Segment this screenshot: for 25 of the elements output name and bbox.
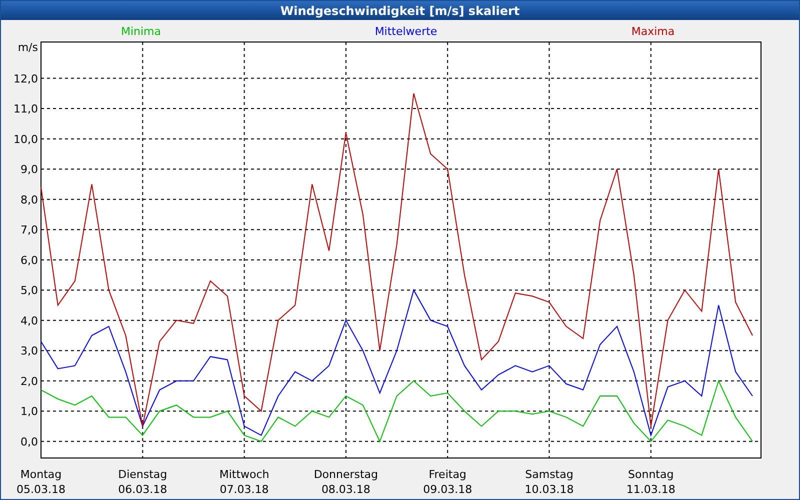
x-tick-label: Sonntag 11.03.18 xyxy=(626,468,676,496)
x-tick-label: Dienstag 06.03.18 xyxy=(118,468,168,496)
y-axis-label: m/s xyxy=(18,41,38,54)
x-tick-label: Samstag 10.03.18 xyxy=(524,468,574,496)
legend-label: Maxima xyxy=(631,25,675,38)
y-tick-label: 3,0 xyxy=(20,344,38,358)
y-tick-label: 8,0 xyxy=(20,193,38,206)
y-tick-label: 2,0 xyxy=(20,374,38,388)
y-tick-label: 6,0 xyxy=(20,254,38,267)
y-tick-label: 5,0 xyxy=(20,284,38,298)
y-tick-label: 0,0 xyxy=(20,435,38,448)
x-tick-label: Montag 05.03.18 xyxy=(16,468,66,496)
y-tick-label: 11,0 xyxy=(14,102,38,116)
y-tick-label: 10,0 xyxy=(14,132,38,146)
window-title: Windgeschwindigkeit [m/s] skaliert xyxy=(1,1,799,20)
y-tick-label: 12,0 xyxy=(14,72,38,86)
y-tick-label: 4,0 xyxy=(20,314,38,328)
legend-label: Minima xyxy=(120,25,162,38)
x-tick-label: Mittwoch 07.03.18 xyxy=(219,468,270,496)
y-tick-label: 7,0 xyxy=(20,224,38,237)
x-tick-label: Freitag 09.03.18 xyxy=(423,468,472,496)
y-tick-label: 1,0 xyxy=(20,405,38,418)
y-tick-label: 9,0 xyxy=(20,163,38,176)
x-tick-label: Donnerstag 08.03.18 xyxy=(314,468,378,496)
legend-label: Mittelwerte xyxy=(374,25,438,38)
